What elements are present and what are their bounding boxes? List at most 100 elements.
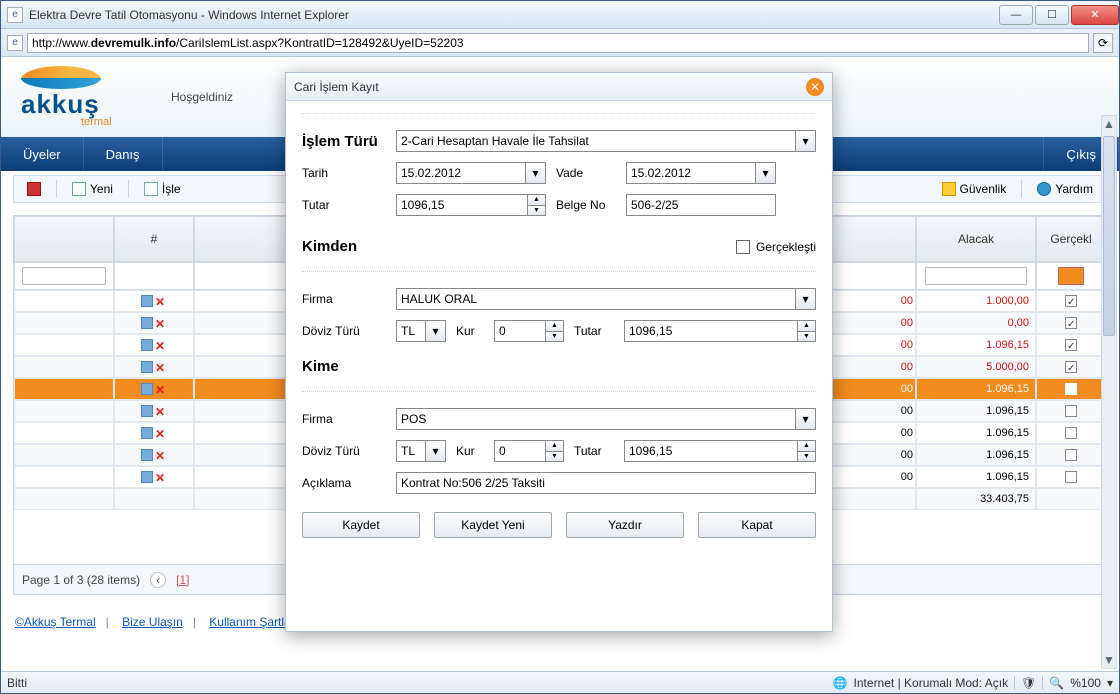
edit-icon[interactable] xyxy=(141,339,153,351)
cell-gercek[interactable] xyxy=(1036,444,1106,466)
checkbox-icon[interactable] xyxy=(1065,295,1077,307)
checkbox-icon[interactable] xyxy=(1065,339,1077,351)
spinner-icon[interactable]: ▲▼ xyxy=(797,321,815,341)
delete-icon[interactable]: ✕ xyxy=(155,317,167,329)
minimize-button[interactable]: — xyxy=(999,5,1033,25)
checkbox-icon[interactable] xyxy=(1065,383,1077,395)
toolbar-yeni[interactable]: Yeni xyxy=(65,179,120,199)
nav-danis[interactable]: Danış xyxy=(84,137,163,171)
delete-icon[interactable]: ✕ xyxy=(155,339,167,351)
edit-icon[interactable] xyxy=(141,317,153,329)
tutar2-label: Tutar xyxy=(574,324,614,338)
logo-sub: termal xyxy=(81,116,112,128)
chevron-down-icon: ▾ xyxy=(755,163,775,183)
tarih-field[interactable]: 15.02.2012▾ xyxy=(396,162,546,184)
tutar2-field[interactable]: 1096,15▲▼ xyxy=(624,320,816,342)
close-window-button[interactable]: ✕ xyxy=(1071,5,1119,25)
delete-icon[interactable]: ✕ xyxy=(155,449,167,461)
refresh-icon[interactable]: ⟳ xyxy=(1093,33,1113,53)
kapat-button[interactable]: Kapat xyxy=(698,512,816,538)
toolbar-guvenlik[interactable]: Güvenlik xyxy=(935,179,1014,199)
edit-icon[interactable] xyxy=(141,295,153,307)
cell-gercek[interactable] xyxy=(1036,290,1106,312)
delete-icon[interactable]: ✕ xyxy=(155,295,167,307)
belge-field[interactable]: 506-2/25 xyxy=(626,194,776,216)
filter-swatch[interactable] xyxy=(1058,267,1084,285)
checkbox-icon[interactable] xyxy=(1065,471,1077,483)
kur2-field[interactable]: 0▲▼ xyxy=(494,440,564,462)
welcome-text: Hoşgeldiniz xyxy=(171,90,233,104)
islem-turu-select[interactable]: 2-Cari Hesaptan Havale İle Tahsilat ▾ xyxy=(396,130,816,152)
cell-gercek[interactable] xyxy=(1036,334,1106,356)
status-zoom[interactable]: %100 xyxy=(1070,676,1101,690)
firma2-select[interactable]: POS▾ xyxy=(396,408,816,430)
kaydet-yeni-button[interactable]: Kaydet Yeni xyxy=(434,512,552,538)
doviz1-select[interactable]: TL▾ xyxy=(396,320,446,342)
spinner-icon[interactable]: ▲▼ xyxy=(527,195,545,215)
edit-icon[interactable] xyxy=(141,471,153,483)
scroll-thumb[interactable] xyxy=(1103,136,1115,336)
delete-icon[interactable]: ✕ xyxy=(155,471,167,483)
doviz2-select[interactable]: TL▾ xyxy=(396,440,446,462)
toolbar-book[interactable] xyxy=(20,179,48,199)
spinner-icon[interactable]: ▲▼ xyxy=(545,321,563,341)
col-alacak[interactable]: Alacak xyxy=(916,216,1036,262)
modal-close-button[interactable]: ✕ xyxy=(806,78,824,96)
delete-icon[interactable]: ✕ xyxy=(155,405,167,417)
kaydet-button[interactable]: Kaydet xyxy=(302,512,420,538)
edit-icon[interactable] xyxy=(141,361,153,373)
edit-icon xyxy=(144,182,158,196)
footer-bize[interactable]: Bize Ulaşın xyxy=(122,615,183,629)
scroll-down-icon[interactable]: ▼ xyxy=(1102,652,1116,668)
firma1-select[interactable]: HALUK ORAL▾ xyxy=(396,288,816,310)
col-num[interactable]: # xyxy=(114,216,194,262)
toolbar-yardim[interactable]: Yardım xyxy=(1030,179,1100,199)
footer-akkus[interactable]: ©Akkuş Termal xyxy=(15,615,96,629)
page-scrollbar[interactable]: ▲ ▼ xyxy=(1101,115,1117,669)
modal-divider xyxy=(302,113,816,114)
maximize-button[interactable]: ☐ xyxy=(1035,5,1069,25)
yazdir-button[interactable]: Yazdır xyxy=(566,512,684,538)
edit-icon[interactable] xyxy=(141,383,153,395)
spinner-icon[interactable]: ▲▼ xyxy=(797,441,815,461)
zoom-chevron-icon[interactable]: ▾ xyxy=(1107,676,1113,690)
delete-icon[interactable]: ✕ xyxy=(155,383,167,395)
checkbox-icon[interactable] xyxy=(1065,449,1077,461)
col-gercek[interactable]: Gerçekl xyxy=(1036,216,1106,262)
cell-blank xyxy=(14,356,114,378)
aciklama-field[interactable]: Kontrat No:506 2/25 Taksiti xyxy=(396,472,816,494)
filter-alacak-input[interactable] xyxy=(925,267,1028,285)
cell-gercek[interactable] xyxy=(1036,400,1106,422)
checkbox-icon[interactable] xyxy=(1065,405,1077,417)
url-field[interactable]: http://www.devremulk.info/CariIslemList.… xyxy=(27,33,1089,53)
toolbar-isle[interactable]: İşle xyxy=(137,179,188,199)
checkbox-icon[interactable] xyxy=(1065,427,1077,439)
scroll-up-icon[interactable]: ▲ xyxy=(1102,116,1116,132)
cell-actions: ✕ xyxy=(114,312,194,334)
vade-field[interactable]: 15.02.2012▾ xyxy=(626,162,776,184)
info-icon xyxy=(1037,182,1051,196)
cell-gercek[interactable] xyxy=(1036,422,1106,444)
edit-icon[interactable] xyxy=(141,449,153,461)
delete-icon[interactable]: ✕ xyxy=(155,361,167,373)
edit-icon[interactable] xyxy=(141,405,153,417)
pager-current[interactable]: [1] xyxy=(176,573,189,587)
cell-gercek[interactable] xyxy=(1036,312,1106,334)
gerceklesti-check[interactable]: Gerçekleşti xyxy=(736,240,816,254)
cell-gercek[interactable] xyxy=(1036,378,1106,400)
spinner-icon[interactable]: ▲▼ xyxy=(545,441,563,461)
cell-gercek[interactable] xyxy=(1036,488,1106,510)
edit-icon[interactable] xyxy=(141,427,153,439)
delete-icon[interactable]: ✕ xyxy=(155,427,167,439)
tutar-field[interactable]: 1096,15▲▼ xyxy=(396,194,546,216)
filter-input-1[interactable] xyxy=(22,267,107,285)
kur1-field[interactable]: 0▲▼ xyxy=(494,320,564,342)
cell-gercek[interactable] xyxy=(1036,466,1106,488)
zoom-icon[interactable]: 🔍 xyxy=(1049,676,1064,690)
cell-gercek[interactable] xyxy=(1036,356,1106,378)
tutar3-field[interactable]: 1096,15▲▼ xyxy=(624,440,816,462)
checkbox-icon[interactable] xyxy=(1065,317,1077,329)
pager-prev[interactable]: ‹ xyxy=(150,572,166,588)
checkbox-icon[interactable] xyxy=(1065,361,1077,373)
nav-uyeler[interactable]: Üyeler xyxy=(1,137,84,171)
